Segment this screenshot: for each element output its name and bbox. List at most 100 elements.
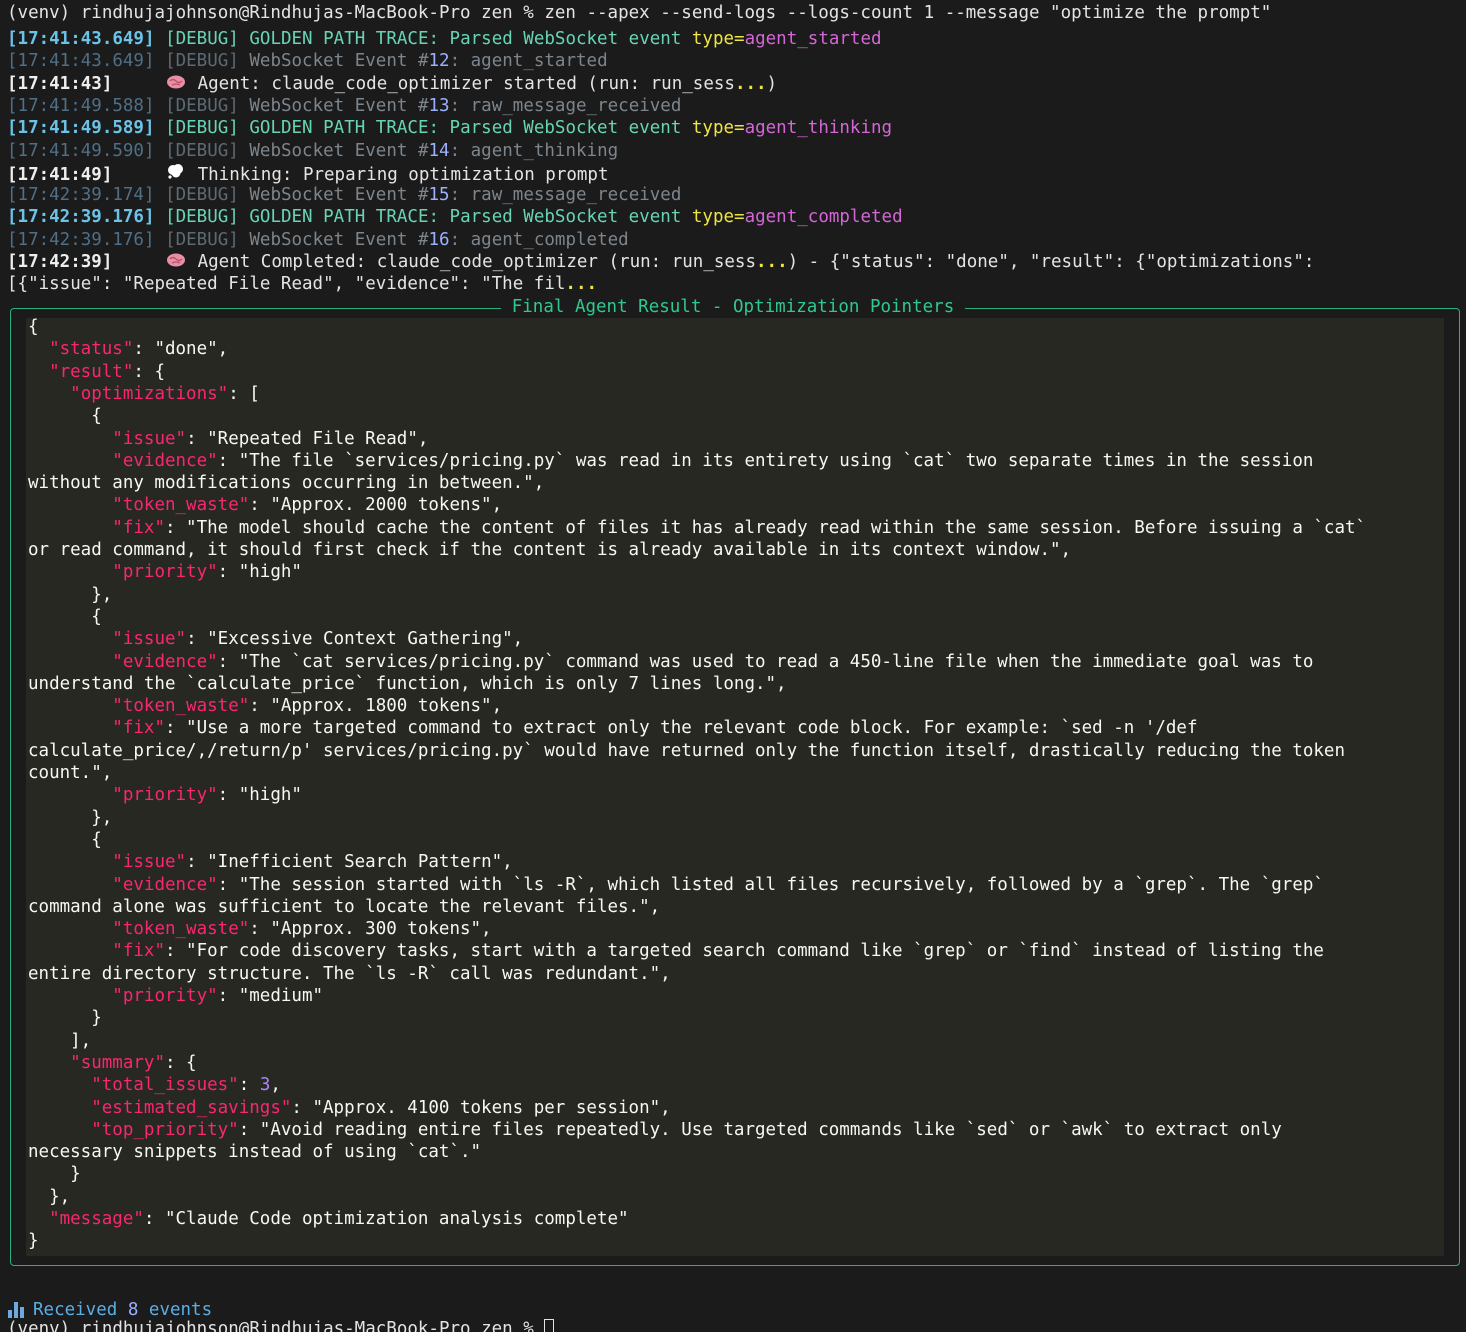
log-message: Thinking: Preparing optimization prompt <box>197 164 609 185</box>
log-prefix: WebSocket Event # <box>249 229 429 250</box>
log-timestamp: [17:41:43.649] <box>7 29 155 49</box>
log-level: [DEBUG] <box>165 140 239 161</box>
log-ellipsis: ... <box>734 73 767 94</box>
log-line: [17:41:43.649] [DEBUG] WebSocket Event #… <box>7 50 608 72</box>
log-level: [DEBUG] <box>165 207 239 228</box>
json-key: "issue" <box>112 629 187 650</box>
log-wrap-ellipsis: ... <box>565 274 598 294</box>
json-text: command alone was sufficient to locate t… <box>28 896 661 917</box>
json-key: "priority" <box>112 562 218 583</box>
log-tail: ) <box>766 73 778 94</box>
json-key: "issue" <box>112 852 187 873</box>
json-line: }, <box>28 807 112 829</box>
json-line: without any modifications occurring in b… <box>28 472 544 494</box>
log-type-value: agent_completed <box>744 207 903 228</box>
json-text: : "Use a more targeted command to extrac… <box>164 718 1198 739</box>
json-key: "issue" <box>112 428 187 449</box>
log-tail: ) - {"status": "done", "result": {"optim… <box>787 252 1315 272</box>
log-level: [DEBUG] <box>165 29 239 49</box>
log-line: [17:41:49.590] [DEBUG] WebSocket Event #… <box>7 140 618 162</box>
json-text: : [ <box>228 383 260 404</box>
json-line: }, <box>28 1186 70 1208</box>
json-line: "priority": "medium" <box>28 985 323 1007</box>
log-type-key: type= <box>691 207 745 228</box>
json-line: { <box>28 606 102 628</box>
json-key: "estimated_savings" <box>91 1097 292 1118</box>
json-text <box>28 919 112 939</box>
json-key: "fix" <box>112 517 165 538</box>
json-line: } <box>28 1007 102 1029</box>
log-message: Agent Completed: claude_code_optimizer (… <box>197 252 756 272</box>
json-text: : { <box>164 1052 197 1073</box>
json-text <box>28 339 49 359</box>
json-text <box>28 495 112 515</box>
json-key: "status" <box>49 339 134 360</box>
json-line: "priority": "high" <box>28 561 302 583</box>
json-key: "evidence" <box>112 874 218 895</box>
log-timestamp: [17:41:49] <box>7 164 113 185</box>
log-prefix: GOLDEN PATH TRACE: Parsed WebSocket even… <box>249 29 692 49</box>
json-text: { <box>28 606 102 627</box>
next-prompt-line[interactable]: (venv) rindhujajohnson@Rindhujas-MacBook… <box>7 1318 555 1332</box>
json-text: necessary snippets instead of using `cat… <box>28 1142 482 1163</box>
json-text: { <box>28 406 102 427</box>
json-text <box>28 629 112 649</box>
log-type-value: agent_started <box>744 29 882 49</box>
json-line: "issue": "Repeated File Read", <box>28 428 428 450</box>
json-text: : <box>238 1075 260 1096</box>
json-line: "evidence": "The session started with `l… <box>28 874 1324 896</box>
json-text <box>28 362 49 382</box>
log-timestamp: [17:41:43] <box>7 73 113 94</box>
json-line: "token_waste": "Approx. 2000 tokens", <box>28 494 502 516</box>
json-text: : "medium" <box>217 986 324 1006</box>
log-prefix: WebSocket Event # <box>249 51 429 72</box>
log-wrap-line: [{"issue": "Repeated File Read", "eviden… <box>7 273 597 295</box>
brain-icon <box>165 251 187 273</box>
json-text <box>28 1075 91 1095</box>
json-text: count.", <box>28 763 113 783</box>
json-text <box>28 1209 49 1229</box>
json-line: "fix": "The model should cache the conte… <box>28 517 1366 539</box>
json-text: calculate_price/,/return/p' services/pri… <box>28 740 1345 761</box>
received-count: 8 <box>127 1300 139 1320</box>
log-level: [DEBUG] <box>165 185 239 206</box>
json-line: "token_waste": "Approx. 300 tokens", <box>28 918 491 940</box>
result-panel-title: Final Agent Result - Optimization Pointe… <box>500 297 966 317</box>
json-text <box>28 451 112 471</box>
json-text <box>28 518 112 538</box>
json-line: entire directory structure. The `ls -R` … <box>28 963 671 985</box>
log-line: [17:41:49] Thinking: Preparing optimizat… <box>7 162 609 185</box>
json-text: } <box>28 1008 102 1029</box>
json-line: } <box>28 1163 81 1185</box>
json-line: understand the `calculate_price` functio… <box>28 673 787 695</box>
json-line: "evidence": "The `cat services/pricing.p… <box>28 651 1313 673</box>
json-line: necessary snippets instead of using `cat… <box>28 1141 481 1163</box>
json-line: "issue": "Inefficient Search Pattern", <box>28 851 512 873</box>
log-message: : raw_message_received <box>449 185 682 206</box>
log-timestamp: [17:42:39.176] <box>7 229 155 250</box>
json-key: "result" <box>49 361 134 382</box>
json-key: "priority" <box>112 785 218 806</box>
log-prefix: GOLDEN PATH TRACE: Parsed WebSocket even… <box>249 207 692 228</box>
json-text <box>28 986 112 1006</box>
log-message: : raw_message_received <box>449 95 682 116</box>
json-line: "total_issues": 3, <box>28 1074 281 1096</box>
log-line: [17:41:49.588] [DEBUG] WebSocket Event #… <box>7 95 681 117</box>
log-level: [DEBUG] <box>165 118 239 139</box>
log-message: Agent: claude_code_optimizer started (ru… <box>197 73 735 94</box>
json-text: { <box>28 829 102 850</box>
json-text <box>28 941 112 961</box>
log-prefix: WebSocket Event # <box>249 140 429 161</box>
log-prefix: WebSocket Event # <box>249 95 429 116</box>
json-line: { <box>28 316 39 338</box>
json-key: "evidence" <box>112 450 218 471</box>
json-text: : { <box>133 361 165 382</box>
log-timestamp: [17:41:49.588] <box>7 95 155 116</box>
json-text <box>28 429 112 449</box>
json-line: "status": "done", <box>28 338 228 360</box>
log-line: [17:41:43] Agent: claude_code_optimizer … <box>7 73 777 95</box>
json-key: "fix" <box>112 718 165 739</box>
log-wrap-text: [{"issue": "Repeated File Read", "eviden… <box>7 274 566 294</box>
json-text: , <box>270 1075 281 1096</box>
command-prompt-line: (venv) rindhujajohnson@Rindhujas-MacBook… <box>7 3 1272 23</box>
